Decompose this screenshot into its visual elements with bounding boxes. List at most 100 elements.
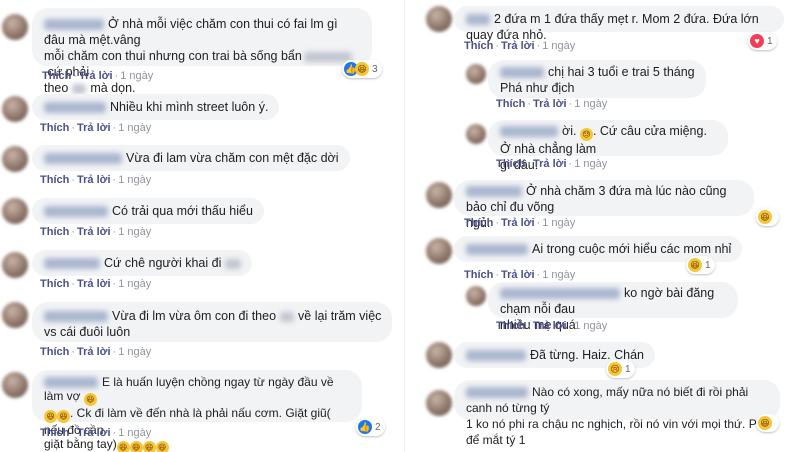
avatar[interactable]	[426, 182, 452, 208]
commenter-name[interactable]	[44, 102, 106, 114]
comment-actions: Thích · Trả lời · 1 ngày	[496, 158, 608, 170]
reply-button[interactable]: Trả lời	[533, 98, 567, 110]
comment-bubble: 2 đứa m 1 đứa thấy mẹt r. Mom 2 đứa. Đứa…	[454, 6, 784, 42]
reply-button[interactable]: Trả lời	[501, 40, 535, 52]
commenter-name[interactable]	[44, 377, 98, 389]
reaction-summary[interactable]: 😆	[756, 414, 779, 432]
reaction-summary[interactable]: 😆 1	[686, 256, 715, 274]
comment-bubble: Vừa đi lm vừa ôm con đi theo về lại trăm …	[32, 302, 393, 342]
commenter-name[interactable]	[466, 350, 526, 362]
comment-actions: Thích · Trả lời · 1 ngày	[40, 278, 152, 290]
avatar[interactable]	[2, 14, 28, 40]
commenter-name[interactable]	[500, 126, 558, 138]
commenter-name[interactable]	[500, 67, 544, 79]
comment-bubble: ko ngờ bài đăng chạm nỗi đau nhiều mẹ qu…	[488, 282, 738, 332]
avatar[interactable]	[2, 372, 28, 398]
reaction-summary[interactable]: 👍 2	[356, 418, 385, 436]
reply-button[interactable]: Trả lời	[501, 269, 535, 281]
like-button[interactable]: Thích	[40, 226, 69, 238]
reply-button[interactable]: Trả lời	[77, 122, 111, 134]
laughing-emoji-icon: 😆	[129, 441, 143, 452]
like-icon: 👍	[358, 420, 372, 434]
reaction-summary[interactable]: 😆	[756, 208, 779, 226]
reply-button[interactable]: Trả lời	[533, 320, 567, 332]
laughing-emoji-icon: 😆	[44, 410, 57, 423]
comment-timestamp[interactable]: 1 ngày	[542, 269, 575, 281]
laughing-emoji-icon: 😆	[57, 410, 70, 423]
commenter-name[interactable]	[466, 244, 528, 256]
comment-bubble: Nào có xong, mấy nữa nó biết đi rồi phải…	[454, 380, 780, 447]
comment-actions: Thích · Trả lời · 1 ngày	[40, 174, 152, 186]
comment-actions: Thích · Trả lời · 1 ngày	[40, 346, 152, 358]
commenter-name[interactable]	[44, 206, 108, 218]
avatar[interactable]	[2, 302, 28, 328]
reply-button[interactable]: Trả lời	[501, 217, 535, 229]
comment-timestamp[interactable]: 1 ngày	[120, 70, 153, 82]
comment-timestamp[interactable]: 1 ngày	[118, 278, 151, 290]
reaction-summary[interactable]: ♥ 1	[748, 32, 777, 50]
reply-button[interactable]: Trả lời	[77, 346, 111, 358]
reaction-summary[interactable]: 😢 1	[606, 360, 635, 378]
like-button[interactable]: Thích	[496, 320, 525, 332]
avatar[interactable]	[426, 238, 452, 264]
avatar[interactable]	[2, 146, 28, 172]
reply-button[interactable]: Trả lời	[77, 174, 111, 186]
sad-icon: 😢	[608, 362, 622, 376]
like-button[interactable]: Thích	[40, 278, 69, 290]
avatar[interactable]	[426, 342, 452, 368]
like-button[interactable]: Thích	[40, 427, 69, 439]
comment-timestamp[interactable]: 1 ngày	[542, 40, 575, 52]
comment-timestamp[interactable]: 1 ngày	[118, 346, 151, 358]
reply-button[interactable]: Trả lời	[79, 70, 113, 82]
avatar[interactable]	[2, 198, 28, 224]
comment-timestamp[interactable]: 1 ngày	[574, 98, 607, 110]
like-button[interactable]: Thích	[496, 98, 525, 110]
avatar[interactable]	[466, 286, 486, 306]
commenter-name[interactable]	[466, 186, 522, 198]
commenter-name[interactable]	[44, 258, 100, 270]
reply-button[interactable]: Trả lời	[77, 427, 111, 439]
comment-timestamp[interactable]: 1 ngày	[118, 427, 151, 439]
avatar[interactable]	[466, 64, 486, 84]
comment-timestamp[interactable]: 1 ngày	[118, 174, 151, 186]
comment-timestamp[interactable]: 1 ngày	[574, 320, 607, 332]
reply-button[interactable]: Trả lời	[77, 226, 111, 238]
like-button[interactable]: Thích	[42, 70, 71, 82]
commenter-name[interactable]	[44, 153, 122, 165]
reply-button[interactable]: Trả lời	[77, 278, 111, 290]
avatar[interactable]	[426, 390, 452, 416]
comment-timestamp[interactable]: 1 ngày	[118, 226, 151, 238]
commenter-name[interactable]	[466, 387, 528, 399]
comment-bubble: ời. 😓. Cứ câu cửa miệng. Ở nhà chẳng làm…	[488, 120, 728, 172]
comment-actions: Thích · Trả lời · 1 ngày	[464, 217, 576, 229]
commenter-name[interactable]	[500, 288, 620, 300]
like-button[interactable]: Thích	[464, 269, 493, 281]
haha-icon: 😆	[758, 416, 772, 430]
avatar[interactable]	[466, 124, 486, 144]
comment-actions: Thích · Trả lời · 1 ngày	[496, 98, 608, 110]
reaction-summary[interactable]: 👍 😆 3	[342, 60, 382, 78]
avatar[interactable]	[2, 96, 28, 122]
comment-timestamp[interactable]: 1 ngày	[574, 158, 607, 170]
like-button[interactable]: Thích	[40, 122, 69, 134]
comment-actions: Thích · Trả lời · 1 ngày	[42, 70, 154, 82]
commenter-name[interactable]	[44, 19, 104, 31]
reply-button[interactable]: Trả lời	[533, 158, 567, 170]
sweat-emoji-icon: 😓	[579, 128, 593, 141]
commenter-name[interactable]	[466, 14, 490, 26]
comment-bubble: Cứ chê người khai đi	[32, 250, 253, 276]
commenter-name[interactable]	[44, 311, 108, 323]
redacted-text	[280, 311, 295, 322]
comment-timestamp[interactable]: 1 ngày	[542, 217, 575, 229]
like-button[interactable]: Thích	[40, 174, 69, 186]
avatar[interactable]	[426, 6, 452, 32]
comment-actions: Thích · Trả lời · 1 ngày	[464, 40, 576, 52]
like-button[interactable]: Thích	[464, 217, 493, 229]
avatar[interactable]	[2, 252, 28, 278]
comment-timestamp[interactable]: 1 ngày	[118, 122, 151, 134]
laughing-emoji-icon: 😆	[116, 441, 130, 452]
like-button[interactable]: Thích	[40, 346, 69, 358]
like-button[interactable]: Thích	[464, 40, 493, 52]
comments-column-left: Ở nhà mỗi việc chăm con thui có fai lm g…	[0, 0, 398, 452]
like-button[interactable]: Thích	[496, 158, 525, 170]
